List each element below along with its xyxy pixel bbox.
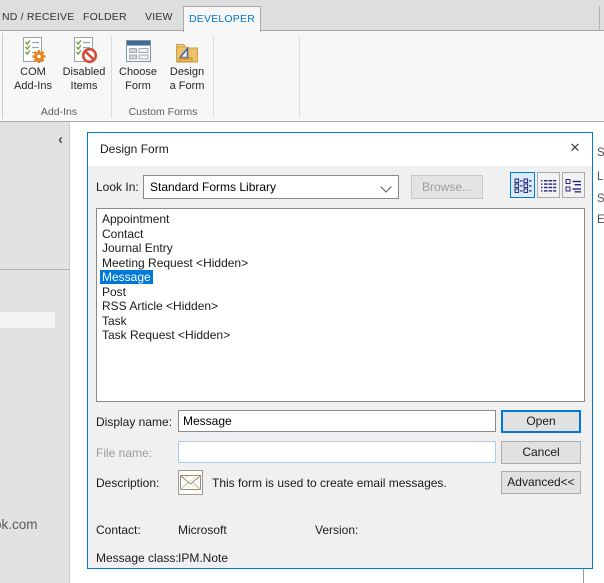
browse-button[interactable]: Browse... [411,175,483,199]
tree-view-icon [565,178,582,193]
tree-view-button[interactable] [562,172,585,198]
message-class-label: Message class: [96,551,179,565]
list-item[interactable]: Appointment [97,212,584,227]
ribbon-left-edge [2,33,3,119]
ribbon-button-label: Add-Ins [8,80,58,94]
tab-folder[interactable]: FOLDER [83,11,127,23]
ribbon-button-label: Disabled [58,66,110,80]
choose-form-icon [114,34,162,66]
ribbon-group-label-custom-forms: Custom Forms [114,106,212,118]
design-a-form-button[interactable]: Design a Form [162,34,212,100]
message-form-icon [178,470,203,495]
design-a-form-icon [162,34,212,66]
list-item[interactable]: Journal Entry [97,241,584,256]
cancel-button[interactable]: Cancel [501,441,581,464]
description-label: Description: [96,476,159,490]
contact-label: Contact: [96,523,141,537]
file-name-label: File name: [96,446,152,460]
list-item[interactable]: Task Request <Hidden> [97,328,584,343]
list-item[interactable]: Post [97,285,584,300]
list-item[interactable]: RSS Article <Hidden> [97,299,584,314]
look-in-dropdown[interactable]: Standard Forms Library [143,175,399,199]
look-in-value: Standard Forms Library [150,180,276,194]
ribbon-button-label: Choose [114,66,162,80]
background-text-fragment: L [597,171,603,183]
open-button[interactable]: Open [501,410,581,433]
window-right-edge [599,6,600,31]
ribbon-button-label: Form [114,80,162,94]
list-item[interactable]: Task [97,314,584,329]
file-name-field[interactable] [178,441,496,463]
details-view-icon [540,178,557,193]
message-class-value: IPM.Note [178,551,228,565]
ribbon-tab-bar: ND / RECEIVE FOLDER VIEW [0,0,604,31]
description-text: This form is used to create email messag… [212,476,447,490]
folder-pane [0,122,70,583]
collapse-pane-icon[interactable]: ‹ [58,132,63,147]
chevron-down-icon [380,181,391,192]
list-item[interactable]: Contact [97,227,584,242]
icons-view-button[interactable] [510,172,535,198]
com-add-ins-icon [8,34,58,66]
advanced-button[interactable]: Advanced<< [501,471,581,494]
disabled-items-icon [58,34,110,66]
display-name-label: Display name: [96,415,172,429]
background-text-fragment: S [597,147,604,159]
contact-value: Microsoft [178,523,227,537]
tab-developer[interactable]: DEVELOPER [183,6,261,32]
tab-send-receive[interactable]: ND / RECEIVE [2,11,74,23]
folder-pane-divider [0,269,70,270]
account-name-fragment: ok.com [0,517,38,532]
look-in-label: Look In: [96,180,139,194]
details-view-button[interactable] [537,172,560,198]
list-item-selected[interactable]: Message [97,270,584,285]
forms-list: Appointment Contact Journal Entry Meetin… [96,208,585,402]
background-text-fragment: E [597,214,604,226]
ribbon-group-label-add-ins: Add-Ins [8,106,110,118]
ribbon-button-label: COM [8,66,58,80]
ribbon-button-label: a Form [162,80,212,94]
ribbon-group-separator [213,36,214,118]
ribbon-button-label: Items [58,80,110,94]
folder-pane-selected-row[interactable] [0,312,55,328]
display-name-field[interactable] [178,410,496,432]
list-item[interactable]: Meeting Request <Hidden> [97,256,584,271]
icons-view-icon [514,178,532,193]
dialog-title: Design Form [100,142,169,156]
com-add-ins-button[interactable]: COM Add-Ins [8,34,58,100]
background-pane-edge [583,569,584,583]
tab-view[interactable]: VIEW [145,11,173,23]
close-icon[interactable]: ✕ [563,138,587,158]
ribbon-button-label: Design [162,66,212,80]
disabled-items-button[interactable]: Disabled Items [58,34,110,100]
background-text-fragment: S [597,193,604,205]
ribbon-group-separator [111,36,112,118]
ribbon-group-separator [299,36,300,118]
choose-form-button[interactable]: Choose Form [114,34,162,100]
version-label: Version: [315,523,358,537]
